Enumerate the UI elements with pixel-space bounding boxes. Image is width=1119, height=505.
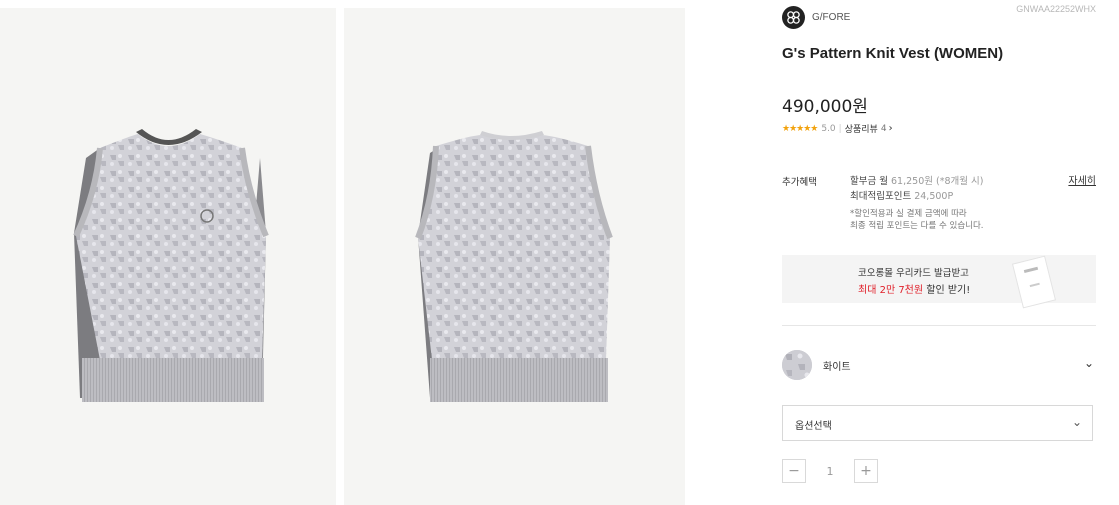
gfore-logo-icon [782, 6, 805, 29]
product-image-front[interactable] [0, 8, 336, 505]
installment-amount: 61,250원 (*8개월 시) [891, 176, 984, 187]
banner-cta: 할인 받기! [923, 285, 971, 296]
color-name: 화이트 [823, 362, 851, 373]
divider [782, 325, 1096, 326]
quantity-value[interactable]: 1 [806, 465, 854, 478]
banner-discount: 최대 2만 7천원 [858, 285, 924, 296]
benefits-text: 할부금 월 61,250원 (*8개월 시) 최대적립포인트 24,500P [850, 174, 983, 204]
vest-front-illustration [73, 129, 269, 402]
product-image-back[interactable] [344, 8, 685, 505]
separator: | [838, 123, 842, 134]
banner-line1: 코오롱몰 우리카드 발급받고 [858, 268, 969, 279]
installment-prefix: 할부금 월 [850, 176, 888, 187]
color-option-dropdown[interactable]: 화이트 ⌄ [782, 350, 1096, 380]
quantity-increase-button[interactable]: + [854, 459, 878, 483]
benefits-detail-link[interactable]: 자세히 [1068, 172, 1096, 187]
chevron-right-icon: › [888, 123, 893, 134]
review-count: 4 [880, 123, 887, 134]
benefits-note: *할인적용과 실 결제 금액에 따라 최종 적립 포인트는 다를 수 있습니다. [850, 208, 984, 232]
quantity-decrease-button[interactable]: − [782, 459, 806, 483]
brand-row[interactable]: G/FORE [782, 6, 850, 29]
quantity-stepper: − 1 + [782, 459, 878, 483]
product-info-panel: G/FORE GNWAA22252WHX G's Pattern Knit Ve… [782, 0, 1096, 505]
review-summary[interactable]: ★★★★★ 5.0 | 상품리뷰 4 › [782, 122, 893, 135]
product-title: G's Pattern Knit Vest (WOMEN) [782, 45, 1004, 62]
brand-name[interactable]: G/FORE [812, 12, 850, 23]
benefits-note-line2: 최종 적립 포인트는 다를 수 있습니다. [850, 221, 984, 231]
chevron-down-icon: ⌄ [1071, 415, 1082, 429]
chevron-down-icon: ⌄ [1083, 356, 1094, 370]
product-code: GNWAA22252WHX [1016, 4, 1096, 14]
product-price: 490,000원 [782, 97, 868, 117]
rating-value: 5.0 [821, 123, 836, 134]
credit-card-icon [1011, 255, 1057, 309]
option-select-label: 옵션선택 [795, 421, 832, 432]
card-promo-banner[interactable]: 코오롱몰 우리카드 발급받고 최대 2만 7천원 할인 받기! [782, 255, 1096, 309]
review-link-label[interactable]: 상품리뷰 [845, 122, 878, 135]
option-select-dropdown[interactable]: 옵션선택 ⌄ [782, 405, 1093, 441]
color-swatch [782, 350, 812, 380]
benefits-note-line1: *할인적용과 실 결제 금액에 따라 [850, 209, 967, 219]
points-value: 24,500P [914, 191, 954, 202]
benefits-label: 추가혜택 [782, 177, 817, 188]
vest-back-illustration [415, 131, 613, 402]
star-icon: ★★★★★ [782, 123, 818, 134]
banner-line2: 최대 2만 7천원 할인 받기! [858, 281, 970, 296]
points-prefix: 최대적립포인트 [850, 191, 912, 202]
